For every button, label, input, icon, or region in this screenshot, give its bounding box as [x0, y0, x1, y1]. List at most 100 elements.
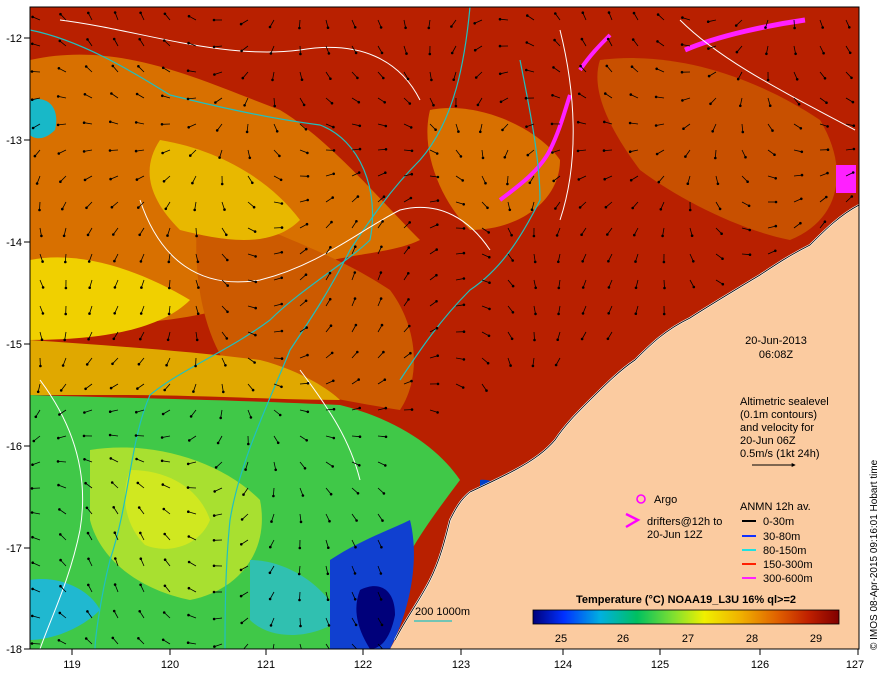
velocity-arrow-head [187, 613, 190, 617]
velocity-arrow-head [226, 258, 229, 262]
velocity-arrow-head [457, 130, 460, 133]
velocity-arrow-head [193, 208, 196, 212]
velocity-arrow-head [628, 150, 632, 153]
velocity-arrow-head [137, 506, 141, 509]
velocity-arrow-head [356, 195, 360, 198]
velocity-arrow-head [604, 92, 607, 95]
velocity-arrow-head [714, 156, 717, 160]
velocity-arrow-head [137, 206, 140, 209]
lat-tick-labels: -12 -13 -14 -15 -16 -17 -18 [6, 33, 22, 656]
velocity-arrow-head [356, 76, 359, 80]
velocity-arrow-head [450, 51, 454, 55]
velocity-arrow-head [332, 125, 335, 129]
velocity-arrow-head [222, 390, 225, 394]
colorbar-title: Temperature (°C) NOAA19_L3U 16% ql>=2 [576, 594, 796, 606]
velocity-arrow-head [606, 233, 609, 236]
velocity-arrow-head [57, 639, 61, 642]
velocity-arrow-head [270, 520, 273, 523]
velocity-arrow-head [379, 598, 383, 601]
velocity-arrow-head [850, 195, 854, 198]
velocity-arrow-head [273, 104, 277, 108]
velocity-arrow-head [554, 363, 558, 367]
velocity-arrow-head [64, 312, 67, 316]
velocity-arrow-head [38, 208, 41, 212]
velocity-arrow-head [355, 220, 358, 223]
anmn-legend-label: 80-150m [763, 545, 806, 557]
velocity-arrow-head [580, 233, 583, 236]
velocity-arrow-head [382, 76, 385, 80]
velocity-arrow-head [213, 490, 216, 493]
velocity-arrow-head [113, 259, 116, 263]
velocity-arrow-head [280, 202, 284, 205]
velocity-arrow-head [299, 624, 302, 628]
velocity-arrow-head [108, 433, 112, 437]
velocity-arrow-head [329, 492, 333, 496]
velocity-arrow-head [329, 246, 332, 249]
velocity-arrow-head [380, 323, 384, 327]
velocity-arrow-head [58, 413, 61, 416]
velocity-arrow-head [280, 357, 284, 360]
velocity-arrow-head [138, 610, 141, 613]
velocity-arrow-head [534, 286, 537, 290]
altimetry-line: 20-Jun 06Z [740, 435, 796, 447]
velocity-arrow-head [526, 14, 529, 17]
velocity-arrow-head [381, 220, 384, 223]
lon-tick-label: 120 [161, 659, 179, 671]
velocity-arrow-head [305, 326, 309, 329]
velocity-arrow-head [280, 329, 284, 333]
velocity-arrow-head [356, 492, 360, 495]
velocity-arrow-head [734, 24, 738, 27]
velocity-arrow-head [716, 182, 720, 186]
velocity-arrow-head [435, 273, 438, 277]
isobath-legend-label: 200 1000m [415, 606, 470, 618]
velocity-arrow-head [501, 128, 504, 132]
velocity-arrow-head [254, 280, 258, 284]
velocity-arrow-head [331, 465, 335, 468]
velocity-arrow-head [187, 126, 190, 129]
velocity-arrow-head [86, 38, 89, 41]
colorbar-tick: 29 [810, 633, 822, 645]
velocity-arrow-head [240, 518, 244, 521]
velocity-arrow-head [212, 590, 216, 594]
velocity-arrow-head [86, 610, 89, 613]
argo-label: Argo [654, 494, 677, 506]
velocity-arrow-head [225, 233, 228, 237]
velocity-arrow-head [40, 338, 44, 342]
velocity-arrow-head [462, 330, 466, 334]
velocity-arrow-head [487, 231, 491, 234]
velocity-arrow-head [197, 286, 200, 289]
velocity-arrow-head [358, 464, 361, 467]
velocity-arrow-head [239, 594, 243, 598]
velocity-arrow-head [59, 558, 62, 562]
velocity-arrow-head [109, 177, 112, 181]
velocity-arrow-head [773, 153, 776, 156]
velocity-arrow-head [410, 172, 414, 176]
velocity-arrow-head [278, 413, 282, 417]
velocity-arrow-head [164, 207, 168, 211]
velocity-arrow-head [706, 20, 710, 24]
velocity-arrow-head [87, 557, 90, 561]
velocity-arrow-head [739, 104, 742, 108]
velocity-arrow-head [298, 26, 301, 30]
velocity-arrow-head [302, 103, 306, 107]
velocity-arrow-head [134, 149, 138, 153]
velocity-arrow-head [226, 310, 229, 314]
velocity-arrow-head [161, 94, 164, 98]
velocity-arrow-head [607, 259, 610, 263]
velocity-arrow-head [110, 205, 114, 209]
velocity-arrow-head [379, 572, 383, 575]
velocity-arrow-head [212, 514, 216, 517]
velocity-arrow-head [218, 156, 221, 159]
velocity-arrow-head [297, 572, 301, 576]
colorbar-tick: 26 [617, 633, 629, 645]
velocity-arrow-head [280, 226, 284, 229]
lat-ticks [24, 37, 30, 650]
velocity-arrow-head [212, 18, 216, 22]
velocity-arrow-head [163, 12, 167, 16]
velocity-arrow-head [85, 363, 89, 366]
velocity-arrow-head [135, 92, 139, 96]
velocity-arrow-head [434, 128, 437, 131]
velocity-arrow-head [384, 464, 387, 467]
colorbar-tick: 25 [555, 633, 567, 645]
velocity-arrow-head [409, 196, 413, 200]
